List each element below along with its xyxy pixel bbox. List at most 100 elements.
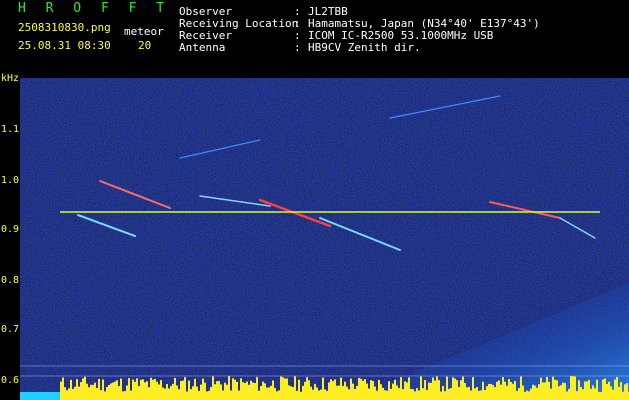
amplitude-bar xyxy=(404,381,406,400)
amplitude-bar xyxy=(452,377,454,400)
amplitude-bar xyxy=(390,388,392,400)
amplitude-bar xyxy=(564,382,566,400)
amplitude-bar xyxy=(134,381,136,400)
amplitude-bar xyxy=(180,381,182,400)
amplitude-bar xyxy=(500,384,502,400)
amplitude-bar xyxy=(506,385,508,400)
amplitude-bar xyxy=(268,387,270,400)
amplitude-bar xyxy=(400,377,402,400)
amplitude-bar xyxy=(340,377,342,400)
amplitude-bar xyxy=(82,378,84,400)
amplitude-bar xyxy=(550,388,552,400)
amplitude-bar xyxy=(488,383,490,400)
amplitude-bar xyxy=(90,384,92,400)
amplitude-bar xyxy=(146,381,148,400)
amplitude-bar xyxy=(470,390,472,400)
amplitude-bar xyxy=(508,379,510,400)
y-axis-unit: kHz xyxy=(1,73,20,84)
amplitude-bar xyxy=(106,386,108,400)
amplitude-bar xyxy=(430,382,432,400)
amplitude-bar xyxy=(552,376,554,400)
amplitude-bar xyxy=(234,379,236,400)
amplitude-bar xyxy=(418,390,420,400)
amplitude-bar xyxy=(602,379,604,400)
amplitude-bar xyxy=(356,385,358,400)
amplitude-bar xyxy=(228,376,230,400)
amplitude-bar xyxy=(380,384,382,400)
amplitude-bar xyxy=(436,376,438,400)
amplitude-bar xyxy=(376,390,378,400)
amplitude-bar xyxy=(382,387,384,400)
amplitude-bar xyxy=(182,380,184,400)
amplitude-bar xyxy=(132,379,134,400)
amplitude-bar xyxy=(272,380,274,400)
amplitude-bar xyxy=(328,382,330,400)
antenna-label: Antenna xyxy=(179,41,226,54)
amplitude-bar xyxy=(526,390,528,400)
amplitude-bar xyxy=(60,381,62,400)
amplitude-bar xyxy=(68,388,70,400)
amplitude-bar xyxy=(402,389,404,400)
amplitude-bar xyxy=(344,381,346,400)
amplitude-bar xyxy=(216,381,218,400)
amplitude-bar xyxy=(480,390,482,400)
amplitude-bar xyxy=(592,385,594,400)
filename: 2508310830.png xyxy=(18,21,111,34)
amplitude-bar xyxy=(168,388,170,400)
amplitude-bar xyxy=(148,387,150,400)
amplitude-bar xyxy=(280,376,282,400)
amplitude-bar xyxy=(502,377,504,400)
amplitude-bar xyxy=(350,378,352,400)
amplitude-bar xyxy=(460,380,462,400)
amplitude-bar xyxy=(226,384,228,400)
amplitude-bar xyxy=(372,380,374,400)
amplitude-bar xyxy=(88,387,90,400)
amplitude-bar xyxy=(384,390,386,400)
amplitude-bar xyxy=(538,384,540,400)
amplitude-bar xyxy=(336,385,338,400)
amplitude-bar xyxy=(612,389,614,400)
amplitude-bar xyxy=(518,388,520,400)
amplitude-bar xyxy=(224,382,226,400)
amplitude-bar xyxy=(606,383,608,400)
spectrogram xyxy=(20,78,629,400)
amplitude-bar xyxy=(536,387,538,400)
amplitude-bar xyxy=(150,377,152,400)
amplitude-bar xyxy=(190,389,192,400)
amplitude-bar xyxy=(74,386,76,400)
amplitude-bar xyxy=(388,381,390,400)
amplitude-bar xyxy=(256,377,258,400)
amplitude-bar xyxy=(562,382,564,400)
amplitude-bar xyxy=(474,388,476,400)
amplitude-bar xyxy=(446,376,448,400)
amplitude-bar xyxy=(444,391,446,400)
amplitude-bar xyxy=(98,379,100,400)
amplitude-bar xyxy=(492,385,494,400)
amplitude-bar xyxy=(92,384,94,400)
amplitude-bar xyxy=(244,382,246,400)
amplitude-bar xyxy=(158,384,160,400)
amplitude-bar xyxy=(440,391,442,400)
y-tick-label: 0.7 xyxy=(1,324,20,335)
amplitude-bar xyxy=(464,382,466,400)
amplitude-bar xyxy=(130,390,132,400)
amplitude-bar xyxy=(570,376,572,400)
amplitude-bar xyxy=(568,388,570,400)
antenna-value: HB9CV Zenith dir. xyxy=(308,41,421,54)
amplitude-bar xyxy=(96,387,98,400)
amplitude-bar xyxy=(560,385,562,400)
amplitude-bar xyxy=(66,390,68,400)
amplitude-bar xyxy=(620,382,622,400)
amplitude-bar xyxy=(554,379,556,400)
amplitude-bar xyxy=(608,381,610,400)
amplitude-bar xyxy=(164,388,166,400)
amplitude-bar xyxy=(442,385,444,400)
amplitude-bar xyxy=(302,385,304,400)
amplitude-bar xyxy=(162,387,164,400)
y-tick-label: 0.8 xyxy=(1,275,20,286)
amplitude-bar xyxy=(548,381,550,400)
amplitude-bar xyxy=(250,380,252,400)
amplitude-bar xyxy=(140,379,142,400)
amplitude-bar xyxy=(438,380,440,400)
amplitude-bar xyxy=(610,386,612,400)
